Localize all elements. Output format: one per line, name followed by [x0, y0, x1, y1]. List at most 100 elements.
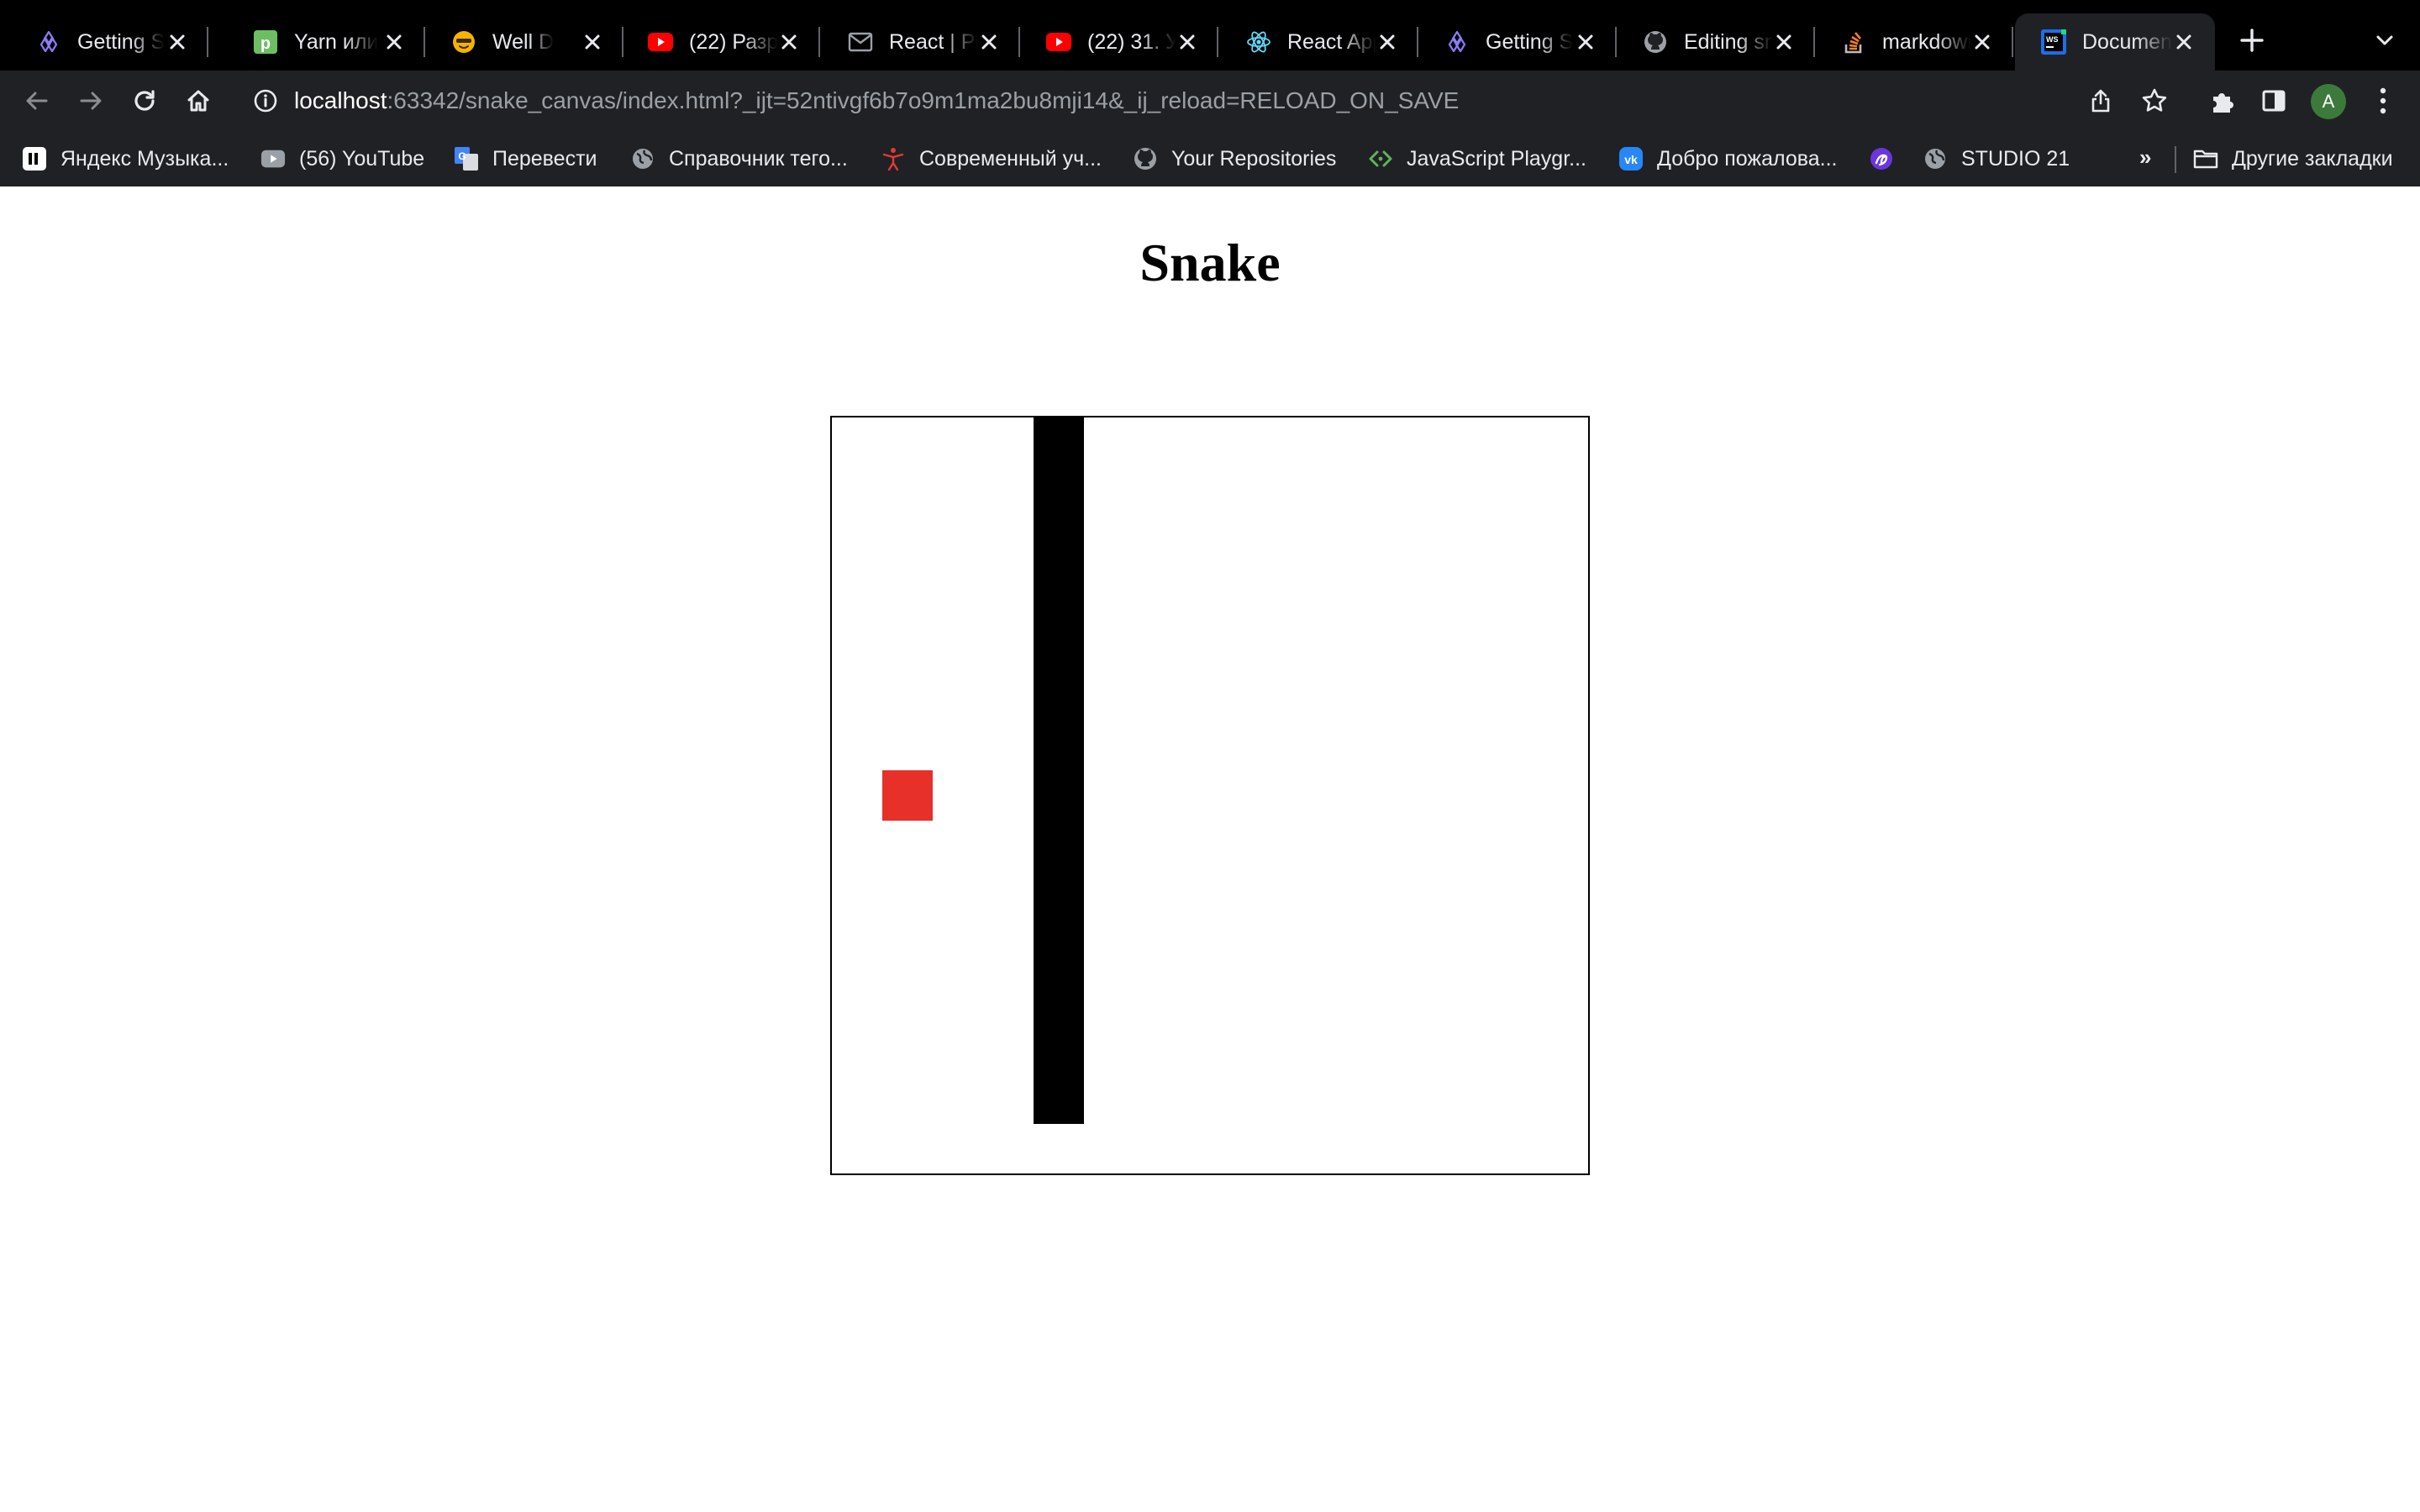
snake-segment	[1034, 921, 1084, 973]
url-text[interactable]: localhost:63342/snake_canvas/index.html?…	[294, 87, 1459, 114]
tab-title: Editing sn	[1684, 29, 1773, 54]
bookmark-item[interactable]: Справочник тего...	[630, 142, 848, 176]
bookmark-item[interactable]: (56) YouTube	[260, 142, 424, 176]
back-arrow-icon[interactable]	[20, 84, 54, 118]
tab-6[interactable]: (22) 31. У	[1020, 13, 1218, 71]
tab-8[interactable]: Getting S	[1418, 13, 1617, 71]
translate-icon: G	[454, 146, 479, 171]
close-icon[interactable]	[2173, 31, 2195, 53]
tab-5[interactable]: React | Pe	[822, 13, 1020, 71]
bookmarks-divider	[2175, 146, 2176, 173]
close-icon[interactable]	[383, 31, 405, 53]
tab-strip: Getting S p Yarn или Well D (22) Разр React |…	[0, 0, 2420, 71]
close-icon[interactable]	[166, 31, 188, 53]
purple-logo-icon	[1869, 146, 1894, 171]
youtube-icon	[1045, 29, 1072, 55]
close-icon[interactable]	[581, 31, 603, 53]
react-icon	[1245, 29, 1272, 55]
bookmark-star-icon[interactable]	[2138, 84, 2171, 118]
home-icon[interactable]	[182, 84, 215, 118]
site-info-icon[interactable]	[252, 87, 279, 114]
close-icon[interactable]	[978, 31, 1000, 53]
tab-2[interactable]: p Yarn или	[227, 13, 425, 71]
tab-7[interactable]: React App	[1220, 13, 1418, 71]
github-icon	[1642, 29, 1669, 55]
bookmark-item[interactable]: G Перевести	[454, 142, 597, 176]
svg-text:G: G	[458, 150, 466, 162]
side-panel-icon[interactable]	[2257, 84, 2291, 118]
profile-avatar[interactable]: A	[2311, 84, 2346, 119]
tab-10[interactable]: markdown	[1815, 13, 2013, 71]
tab-title: React | Pe	[889, 29, 978, 54]
reload-icon[interactable]	[128, 84, 161, 118]
tab-separator	[1217, 27, 1218, 57]
tab-separator	[2012, 27, 2013, 57]
svg-text:WS: WS	[2046, 35, 2059, 44]
p-logo-icon: p	[252, 29, 279, 55]
bookmark-label: Перевести	[492, 146, 597, 171]
close-icon[interactable]	[1376, 31, 1398, 53]
design-system-icon	[1444, 29, 1470, 55]
tab-title: Documen	[2082, 29, 2172, 54]
page-title: Snake	[1139, 233, 1281, 292]
close-icon[interactable]	[778, 31, 800, 53]
tab-4[interactable]: (22) Разр	[622, 13, 820, 71]
menu-dots-icon[interactable]	[2366, 84, 2400, 118]
bookmark-label: JavaScript Playgr...	[1407, 146, 1586, 171]
bookmark-item[interactable]	[1869, 142, 1894, 176]
food-apple	[882, 770, 933, 821]
share-icon[interactable]	[2084, 84, 2118, 118]
address-bar[interactable]: localhost:63342/snake_canvas/index.html?…	[237, 77, 2094, 124]
bookmark-item[interactable]: Your Repositories	[1133, 142, 1336, 176]
youtube-icon	[260, 146, 286, 171]
bookmark-item[interactable]: JavaScript Playgr...	[1368, 142, 1586, 176]
snake-segment	[1034, 1022, 1084, 1074]
close-icon[interactable]	[1971, 31, 1993, 53]
tab-11[interactable]: WS Documen	[2015, 13, 2215, 71]
tab-search-chevron-icon[interactable]	[2370, 25, 2400, 55]
tab-title: Well D	[492, 29, 555, 54]
bookmark-item[interactable]: Яндекс Музыка...	[22, 142, 229, 176]
bookmark-item[interactable]: STUDIO 21	[1923, 142, 2070, 176]
page-content: Snake	[0, 186, 2420, 1512]
snake-segment	[1034, 468, 1084, 519]
bookmark-item[interactable]: vk Добро пожалова...	[1618, 142, 1838, 176]
bookmark-label: Современный уч...	[919, 146, 1102, 171]
tab-1[interactable]: Getting S	[10, 13, 208, 71]
new-tab-button[interactable]	[2235, 24, 2269, 57]
game-canvas[interactable]	[830, 416, 1590, 1175]
bookmarks-bar: Яндекс Музыка... (56) YouTube G Перевести Сп…	[0, 131, 2420, 186]
stackoverflow-icon	[1840, 29, 1867, 55]
close-icon[interactable]	[1773, 31, 1795, 53]
bookmark-label: Your Repositories	[1171, 146, 1337, 171]
vk-icon: vk	[1618, 146, 1644, 171]
url-host: localhost	[294, 87, 387, 113]
globe-icon	[630, 146, 655, 171]
snake-head-segment	[1034, 1073, 1084, 1124]
other-bookmarks-folder[interactable]: Другие закладки	[2193, 142, 2393, 176]
bookmark-label: Справочник тего...	[669, 146, 848, 171]
bookmarks-overflow-button[interactable]: »	[2139, 144, 2151, 171]
mail-icon	[847, 29, 874, 55]
bookmark-label: Добро пожалова...	[1657, 146, 1838, 171]
youtube-icon	[647, 29, 674, 55]
tab-title: Getting S	[1486, 29, 1574, 54]
tab-title: Yarn или	[294, 29, 379, 54]
bookmark-label: (56) YouTube	[299, 146, 425, 171]
tab-3[interactable]: Well D	[425, 13, 623, 71]
svg-text:vk: vk	[1624, 153, 1638, 166]
bookmark-item[interactable]: Современный уч...	[881, 142, 1102, 176]
yandex-music-icon	[22, 146, 47, 171]
browser-chrome: Getting S p Yarn или Well D (22) Разр React |…	[0, 0, 2420, 186]
snake-segment	[1034, 871, 1084, 922]
close-icon[interactable]	[1176, 31, 1198, 53]
close-icon[interactable]	[1575, 31, 1597, 53]
tab-9[interactable]: Editing sn	[1617, 13, 1815, 71]
webstorm-icon: WS	[2040, 29, 2067, 55]
extensions-icon[interactable]	[2205, 84, 2238, 118]
tab-separator	[207, 27, 208, 57]
bookmark-label: Яндекс Музыка...	[60, 146, 229, 171]
snake-segment	[1034, 720, 1084, 771]
tab-title: (22) Разр	[689, 29, 778, 54]
forward-arrow-icon[interactable]	[74, 84, 108, 118]
